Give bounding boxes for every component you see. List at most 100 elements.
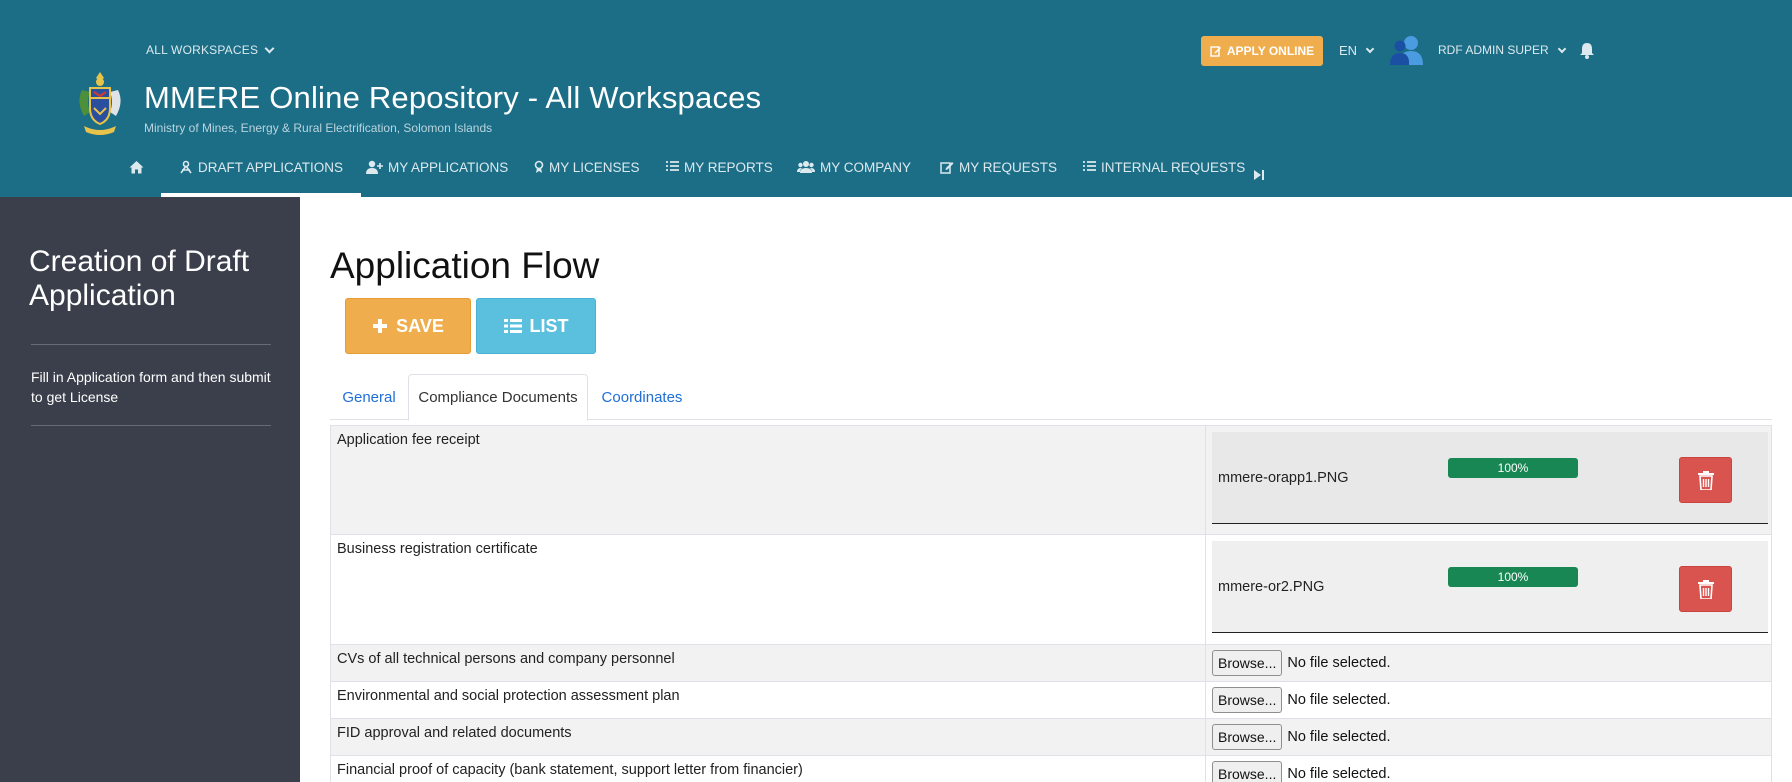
plus-icon bbox=[373, 319, 388, 333]
language-selector[interactable]: EN bbox=[1339, 43, 1375, 58]
column-divider bbox=[1205, 719, 1206, 755]
tab-general[interactable]: General bbox=[330, 374, 408, 420]
chevron-down-icon bbox=[1365, 44, 1375, 54]
document-label: Application fee receipt bbox=[337, 432, 480, 448]
delete-file-button[interactable] bbox=[1679, 457, 1732, 503]
table-row: Environmental and social protection asse… bbox=[330, 682, 1772, 719]
save-button[interactable]: SAVE bbox=[345, 298, 471, 354]
chevron-down-icon bbox=[264, 43, 275, 53]
chevron-down-icon bbox=[1557, 44, 1566, 53]
table-row: FID approval and related documents Brows… bbox=[330, 719, 1772, 756]
form-tabs: General Compliance Documents Coordinates bbox=[330, 374, 1772, 421]
column-divider bbox=[1205, 682, 1206, 718]
list-button[interactable]: LIST bbox=[476, 298, 596, 354]
edit-icon bbox=[1210, 46, 1221, 57]
nav-label: INTERNAL REQUESTS bbox=[1101, 160, 1246, 175]
table-row: Business registration certificate mmere-… bbox=[330, 535, 1772, 645]
trash-icon bbox=[1697, 579, 1714, 599]
tab-coordinates[interactable]: Coordinates bbox=[592, 374, 692, 420]
nav-label: MY REQUESTS bbox=[959, 160, 1058, 175]
list-icon bbox=[1083, 161, 1096, 171]
nav-label: MY LICENSES bbox=[549, 160, 640, 175]
edit-icon bbox=[940, 162, 954, 174]
sidebar: Creation of Draft Application Fill in Ap… bbox=[0, 197, 300, 782]
file-input[interactable]: Browse... No file selected. bbox=[1212, 761, 1391, 782]
nav-my-licenses[interactable]: MY LICENSES bbox=[534, 150, 640, 197]
document-label: Financial proof of capacity (bank statem… bbox=[337, 762, 803, 778]
nav-label: MY COMPANY bbox=[820, 160, 912, 175]
sidebar-description: Fill in Application form and then submit… bbox=[31, 369, 271, 405]
sidebar-divider bbox=[31, 344, 271, 345]
sidebar-title: Creation of Draft Application bbox=[29, 245, 250, 312]
nav-my-requests[interactable]: MY REQUESTS bbox=[940, 150, 1057, 197]
license-icon bbox=[534, 160, 544, 173]
document-label: Business registration certificate bbox=[337, 541, 538, 557]
delete-file-button[interactable] bbox=[1679, 566, 1732, 612]
workspace-selector-label: ALL WORKSPACES bbox=[146, 43, 259, 57]
nav-my-applications[interactable]: MY APPLICATIONS bbox=[366, 150, 508, 197]
file-status: No file selected. bbox=[1287, 692, 1391, 708]
table-row: Financial proof of capacity (bank statem… bbox=[330, 756, 1772, 782]
document-label: Environmental and social protection asse… bbox=[337, 688, 680, 704]
site-subtitle: Ministry of Mines, Energy & Rural Electr… bbox=[144, 121, 493, 135]
user-menu[interactable]: RDF ADMIN SUPER bbox=[1438, 43, 1566, 57]
nav-label: DRAFT APPLICATIONS bbox=[198, 160, 344, 175]
column-divider bbox=[1205, 645, 1206, 681]
site-title: MMERE Online Repository - All Workspaces bbox=[144, 80, 762, 115]
file-name: mmere-orapp1.PNG bbox=[1218, 470, 1349, 486]
apply-online-label: APPLY ONLINE bbox=[1226, 44, 1315, 58]
page-title: Application Flow bbox=[330, 245, 600, 286]
list-icon bbox=[503, 319, 522, 333]
document-label: FID approval and related documents bbox=[337, 725, 572, 741]
table-row: CVs of all technical persons and company… bbox=[330, 645, 1772, 682]
nav-label: MY REPORTS bbox=[684, 160, 773, 175]
upload-progress: 100% bbox=[1448, 567, 1578, 587]
browse-button[interactable]: Browse... bbox=[1212, 724, 1283, 750]
file-input[interactable]: Browse... No file selected. bbox=[1212, 650, 1391, 676]
step-forward-icon[interactable] bbox=[1253, 169, 1265, 181]
file-input[interactable]: Browse... No file selected. bbox=[1212, 687, 1391, 713]
list-label: LIST bbox=[529, 315, 569, 336]
uploaded-file: mmere-or2.PNG 100% bbox=[1212, 541, 1768, 633]
nav-label: MY APPLICATIONS bbox=[388, 160, 509, 175]
user-avatar-icon[interactable] bbox=[1390, 35, 1424, 65]
trash-icon bbox=[1697, 470, 1714, 490]
nav-internal-requests[interactable]: INTERNAL REQUESTS bbox=[1082, 150, 1245, 197]
progress-fill: 100% bbox=[1448, 458, 1578, 478]
top-header: ALL WORKSPACES MMERE Online Repository -… bbox=[0, 0, 1792, 197]
column-divider bbox=[1205, 535, 1206, 644]
nav-my-reports[interactable]: MY REPORTS bbox=[665, 150, 773, 197]
column-divider bbox=[1205, 426, 1206, 534]
main-nav: DRAFT APPLICATIONS MY APPLICATIONS MY LI… bbox=[0, 150, 1792, 197]
file-status: No file selected. bbox=[1287, 766, 1391, 782]
apply-online-button[interactable]: APPLY ONLINE bbox=[1201, 36, 1323, 66]
home-icon bbox=[129, 161, 144, 174]
workspace-selector[interactable]: ALL WORKSPACES bbox=[146, 43, 275, 57]
document-label: CVs of all technical persons and company… bbox=[337, 651, 675, 667]
coat-of-arms-logo[interactable] bbox=[72, 68, 128, 138]
user-plus-icon bbox=[366, 160, 383, 174]
user-name: RDF ADMIN SUPER bbox=[1438, 43, 1549, 57]
progress-fill: 100% bbox=[1448, 567, 1578, 587]
nav-home[interactable] bbox=[129, 150, 144, 197]
file-name: mmere-or2.PNG bbox=[1218, 579, 1325, 595]
bell-icon[interactable] bbox=[1579, 42, 1595, 59]
nav-my-company[interactable]: MY COMPANY bbox=[797, 150, 911, 197]
browse-button[interactable]: Browse... bbox=[1212, 650, 1283, 676]
file-input[interactable]: Browse... No file selected. bbox=[1212, 724, 1391, 750]
table-row: Application fee receipt mmere-orapp1.PNG… bbox=[330, 425, 1772, 535]
save-label: SAVE bbox=[396, 315, 444, 336]
language-label: EN bbox=[1339, 43, 1358, 58]
users-icon bbox=[797, 161, 815, 173]
file-status: No file selected. bbox=[1287, 655, 1391, 671]
browse-button[interactable]: Browse... bbox=[1212, 687, 1283, 713]
list-icon bbox=[666, 161, 679, 171]
upload-progress: 100% bbox=[1448, 458, 1578, 478]
sidebar-divider bbox=[31, 425, 271, 426]
draft-icon bbox=[180, 160, 192, 174]
column-divider bbox=[1205, 756, 1206, 782]
tab-compliance-documents[interactable]: Compliance Documents bbox=[408, 374, 588, 421]
browse-button[interactable]: Browse... bbox=[1212, 761, 1283, 782]
nav-draft-applications[interactable]: DRAFT APPLICATIONS bbox=[160, 150, 362, 197]
file-status: No file selected. bbox=[1287, 729, 1391, 745]
